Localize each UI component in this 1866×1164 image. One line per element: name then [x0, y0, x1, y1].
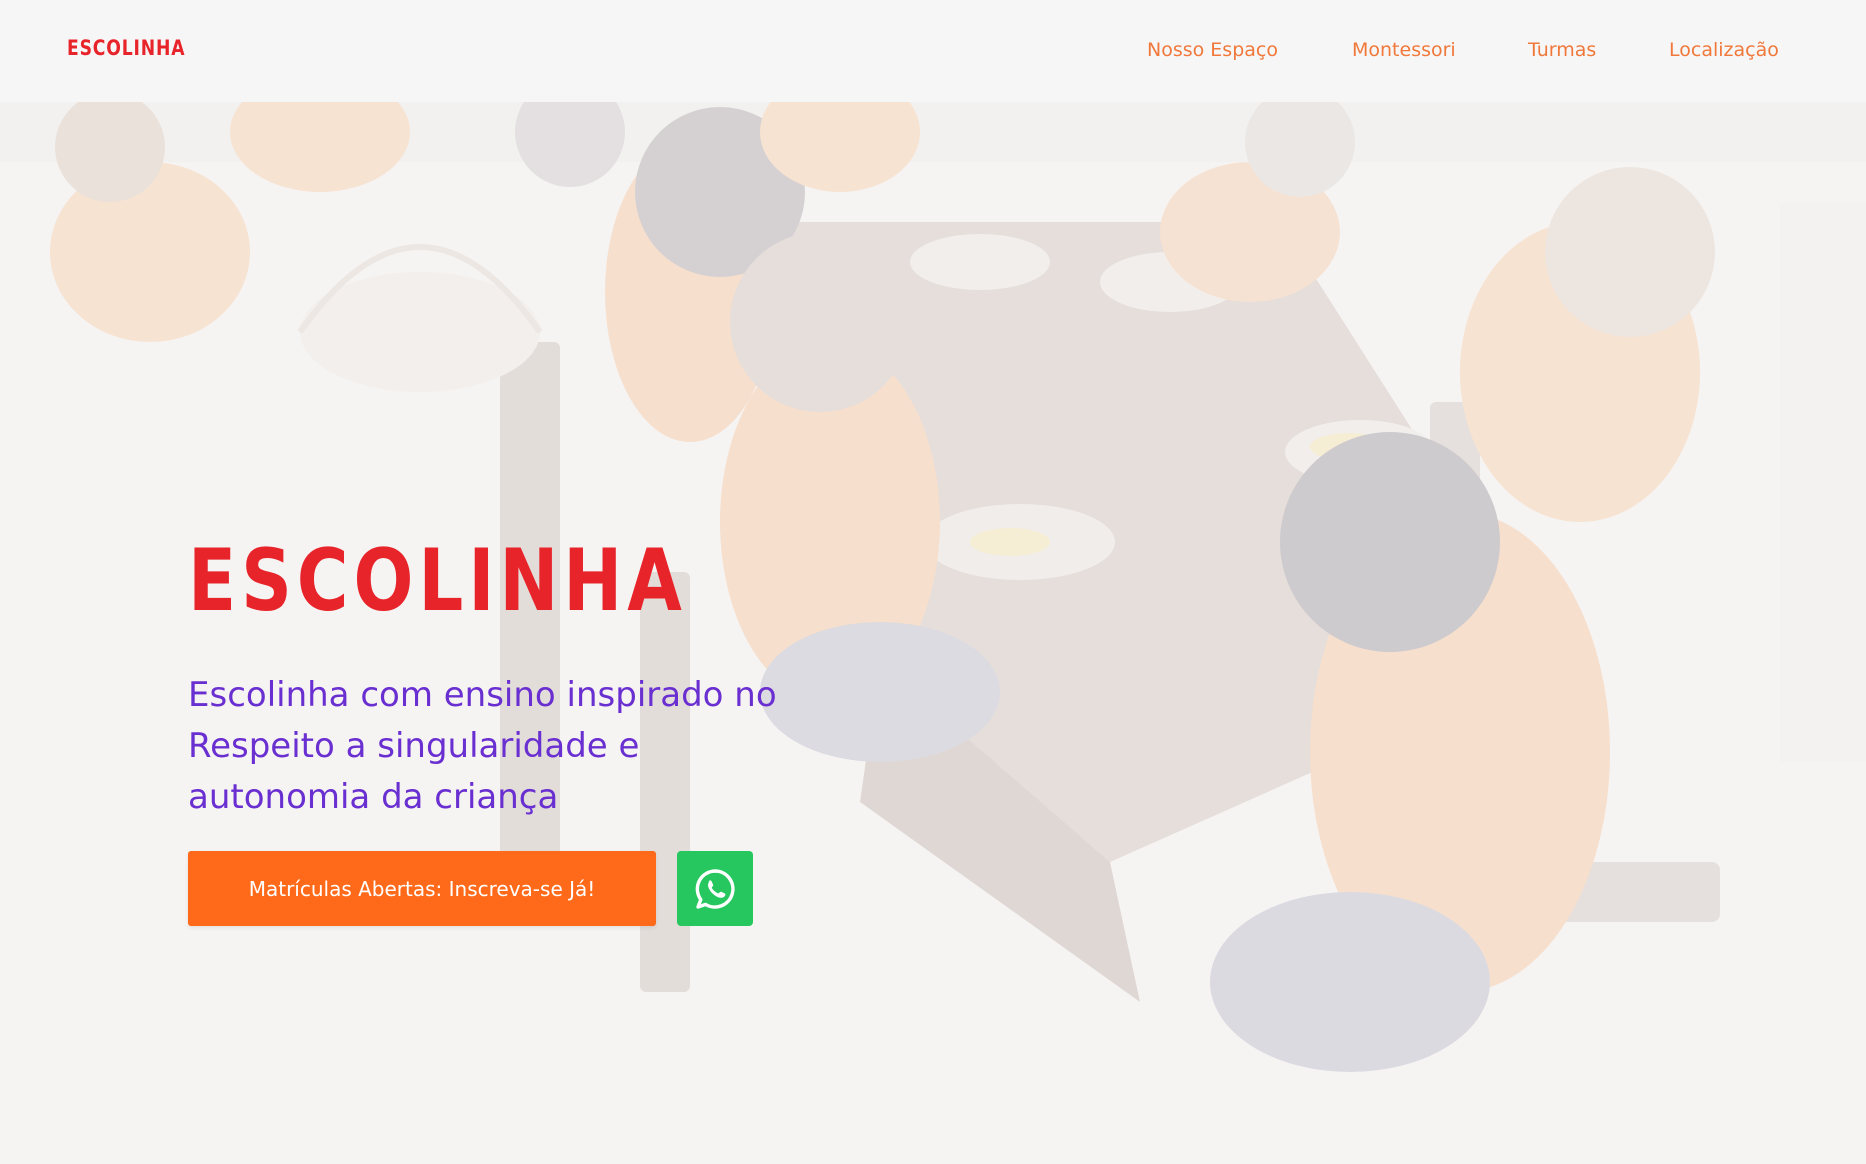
nav-link-turmas[interactable]: Turmas [1528, 39, 1596, 61]
landing-page: ESCOLINHA Nosso Espaço Montessori Turmas… [0, 0, 1866, 1164]
hero-subtitle: Escolinha com ensino inspirado no Respei… [188, 675, 777, 817]
site-header: ESCOLINHA Nosso Espaço Montessori Turmas… [0, 0, 1866, 102]
nav-link-nosso-espaco[interactable]: Nosso Espaço [1147, 39, 1278, 61]
main-nav: Nosso Espaço Montessori Turmas Localizaç… [0, 39, 1866, 69]
hero-section [0, 102, 1866, 1164]
enroll-button[interactable]: Matrículas Abertas: Inscreva-se Já! [188, 851, 656, 926]
whatsapp-button[interactable] [677, 851, 753, 926]
hero-title: ESCOLINHA [188, 531, 687, 631]
whatsapp-icon [695, 868, 735, 909]
hero-overlay [0, 102, 1866, 1164]
nav-link-montessori[interactable]: Montessori [1352, 39, 1456, 61]
nav-link-localizacao[interactable]: Localização [1669, 39, 1779, 61]
